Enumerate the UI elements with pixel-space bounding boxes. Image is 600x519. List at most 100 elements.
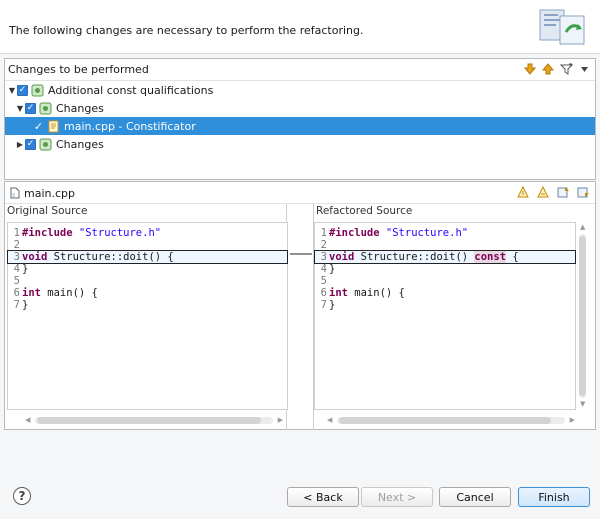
previous-change-icon[interactable] — [541, 62, 555, 76]
refactored-horizontal-scrollbar[interactable]: ◀ ▶ — [325, 415, 577, 426]
refactored-source-editor[interactable]: 1 #include "Structure.h" 2 3 void Structure:… — [314, 222, 576, 410]
scroll-thumb[interactable] — [37, 417, 261, 424]
expand-icon[interactable]: ▼ — [15, 104, 25, 113]
tree-item-label: Additional const qualifications — [48, 83, 214, 97]
next-difference-icon[interactable] — [516, 185, 530, 199]
refactored-vertical-scrollbar[interactable]: ▲ ▼ — [577, 222, 589, 410]
scroll-thumb[interactable] — [339, 417, 551, 424]
filter-icon[interactable] — [559, 62, 573, 76]
code-token: int — [329, 287, 348, 299]
line-number: 1 — [13, 227, 20, 239]
wizard-header: The following changes are necessary to p… — [0, 0, 600, 54]
text-change-icon — [48, 120, 59, 132]
original-source-editor[interactable]: 1 #include "Structure.h" 2 3 void Structure:… — [7, 222, 288, 410]
scroll-down-icon[interactable]: ▼ — [580, 399, 585, 410]
line-number: 2 — [13, 239, 20, 251]
preview-file-name: main.cpp — [24, 187, 75, 200]
line-number: 4 — [13, 263, 20, 275]
compare-preview-panel: c main.cpp Original Source Refactored So… — [4, 181, 596, 430]
tree-item-changes[interactable]: ▶ ✓ Changes — [5, 135, 595, 153]
checkbox-icon[interactable]: ✓ — [25, 102, 36, 114]
code-line: 6 int main() { — [8, 287, 287, 299]
scroll-thumb[interactable] — [579, 236, 586, 396]
code-line: 3 void Structure::doit() { — [7, 250, 288, 264]
composite-change-icon — [39, 138, 52, 150]
line-number: 3 — [320, 251, 327, 263]
code-token: } — [22, 299, 29, 311]
code-token: #include — [22, 227, 79, 239]
code-line: 1 #include "Structure.h" — [8, 227, 287, 239]
code-line: 7} — [315, 299, 575, 311]
line-number: 2 — [320, 239, 327, 251]
code-line: 2 — [8, 239, 287, 251]
previous-change-icon[interactable] — [576, 185, 590, 199]
compare-navigation-toolbar — [516, 185, 590, 199]
code-token: } — [329, 263, 336, 275]
changes-panel-title: Changes to be performed — [8, 63, 149, 76]
scroll-up-icon[interactable]: ▲ — [580, 222, 585, 233]
code-line: 7} — [8, 299, 287, 311]
checkbox-icon[interactable]: ✓ — [25, 138, 36, 150]
cancel-button[interactable]: Cancel — [439, 487, 511, 507]
line-number: 7 — [13, 299, 20, 311]
line-number: 6 — [13, 287, 20, 299]
tree-item-changes[interactable]: ▼ ✓ Changes — [5, 99, 595, 117]
expand-icon[interactable]: ▼ — [7, 86, 17, 95]
svg-text:c: c — [13, 193, 16, 199]
code-token: void — [22, 251, 48, 263]
code-line: 5 — [8, 275, 287, 287]
tree-item-label: Changes — [56, 101, 104, 115]
preview-file-bar: c main.cpp — [5, 182, 595, 204]
refactored-source-title: Refactored Source — [316, 205, 413, 217]
tree-item-additional-const[interactable]: ▼ ✓ Additional const qualifications — [5, 81, 595, 99]
help-button[interactable]: ? — [13, 487, 31, 505]
scroll-right-icon[interactable]: ▶ — [570, 415, 575, 426]
scroll-left-icon[interactable]: ◀ — [25, 415, 30, 426]
code-token: { — [506, 251, 519, 263]
code-line: 2 — [315, 239, 575, 251]
change-connector — [290, 253, 312, 255]
code-token: main() { — [347, 287, 405, 299]
changes-toolbar — [523, 62, 591, 76]
finish-button[interactable]: Finish — [518, 487, 590, 507]
view-menu-icon[interactable] — [577, 62, 591, 76]
code-token: "Structure.h" — [78, 227, 162, 239]
code-token: const — [474, 251, 507, 263]
refactoring-wizard-icon — [539, 9, 585, 45]
next-button[interactable]: Next > — [361, 487, 433, 507]
code-token: "Structure.h" — [385, 227, 469, 239]
code-token: void — [329, 251, 355, 263]
code-line: 4} — [8, 263, 287, 275]
changes-tree: ▼ ✓ Additional const qualifications ▼ ✓ … — [5, 80, 595, 153]
line-number: 1 — [320, 227, 327, 239]
previous-difference-icon[interactable] — [536, 185, 550, 199]
code-token: } — [329, 299, 336, 311]
line-number: 6 — [320, 287, 327, 299]
code-token: #include — [329, 227, 386, 239]
code-token: Structure::doit() — [354, 251, 475, 263]
code-token: main() { — [40, 287, 98, 299]
code-line: 6 int main() { — [315, 287, 575, 299]
cpp-file-icon: c — [10, 187, 20, 199]
next-change-icon[interactable] — [523, 62, 537, 76]
tree-item-main-cpp[interactable]: ✓ main.cpp - Constificator — [5, 117, 595, 135]
code-line: 4} — [315, 263, 575, 275]
scroll-right-icon[interactable]: ▶ — [278, 415, 283, 426]
back-button[interactable]: < Back — [287, 487, 359, 507]
expand-icon[interactable]: ▶ — [15, 140, 25, 149]
line-number: 3 — [13, 251, 20, 263]
code-line: 3 void Structure::doit() const { — [314, 250, 576, 264]
next-change-icon[interactable] — [556, 185, 570, 199]
tree-item-label: Changes — [56, 137, 104, 151]
checkbox-icon[interactable]: ✓ — [17, 84, 28, 96]
code-token: Structure::doit() { — [47, 251, 174, 263]
line-number: 7 — [320, 299, 327, 311]
line-number: 5 — [320, 275, 327, 287]
original-source-title: Original Source — [7, 205, 88, 217]
checkbox-icon[interactable]: ✓ — [33, 121, 44, 132]
composite-change-icon — [39, 102, 52, 114]
scroll-left-icon[interactable]: ◀ — [327, 415, 332, 426]
code-token: } — [22, 263, 29, 275]
original-horizontal-scrollbar[interactable]: ◀ ▶ — [23, 415, 285, 426]
code-line: 5 — [315, 275, 575, 287]
